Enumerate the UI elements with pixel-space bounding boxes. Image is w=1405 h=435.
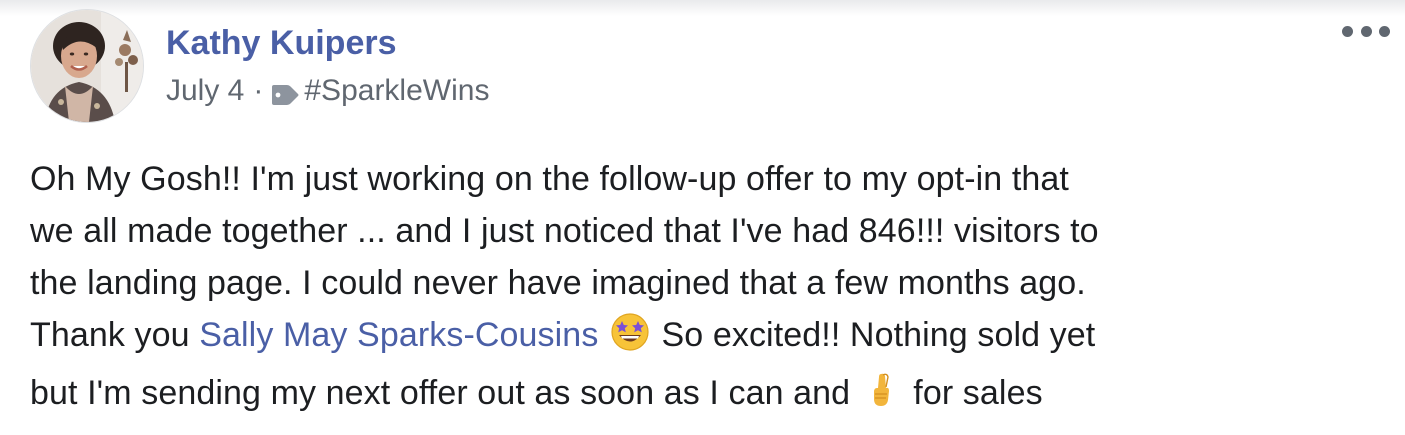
post-body: Oh My Gosh!! I'm just working on the fol…	[30, 153, 1390, 425]
crossed-fingers-emoji-icon	[862, 370, 902, 425]
post-body-line: the landing page. I could never have ima…	[30, 264, 1086, 302]
meta-separator: ·	[253, 74, 264, 107]
author-name[interactable]: Kathy Kuipers	[166, 24, 397, 63]
post-body-text: Thank you	[30, 316, 200, 354]
post-body-line: Oh My Gosh!! I'm just working on the fol…	[30, 160, 1069, 198]
more-horizontal-icon	[1342, 25, 1353, 37]
post-body-line: Thank you Sally May Sparks-Cousins So ex…	[30, 309, 1390, 367]
more-horizontal-icon-dot	[1360, 25, 1372, 37]
post-body-text: for sales	[903, 374, 1043, 412]
post-date[interactable]: July 4	[166, 74, 244, 108]
post-hashtag[interactable]: #SparkleWins	[304, 74, 489, 108]
more-options-button[interactable]	[1342, 18, 1390, 44]
avatar-photo	[31, 10, 143, 122]
avatar[interactable]	[30, 9, 144, 123]
tag-icon	[270, 80, 300, 105]
user-mention-link[interactable]: Sally May Sparks-Cousins	[199, 316, 598, 354]
star-struck-emoji-icon	[610, 312, 650, 367]
more-horizontal-icon-dot	[1379, 25, 1390, 37]
post-body-text: but I'm sending my next offer out as soo…	[30, 374, 860, 412]
post-body-line: we all made together ... and I just noti…	[30, 212, 1099, 250]
post-body-text: So excited!! Nothing sold yet	[651, 316, 1096, 354]
post-body-line: but I'm sending my next offer out as soo…	[30, 367, 1390, 425]
facebook-post: Kathy Kuipers July 4 · #SparkleWins Oh M…	[0, 0, 1405, 435]
post-meta: July 4 · #SparkleWins	[166, 74, 489, 108]
